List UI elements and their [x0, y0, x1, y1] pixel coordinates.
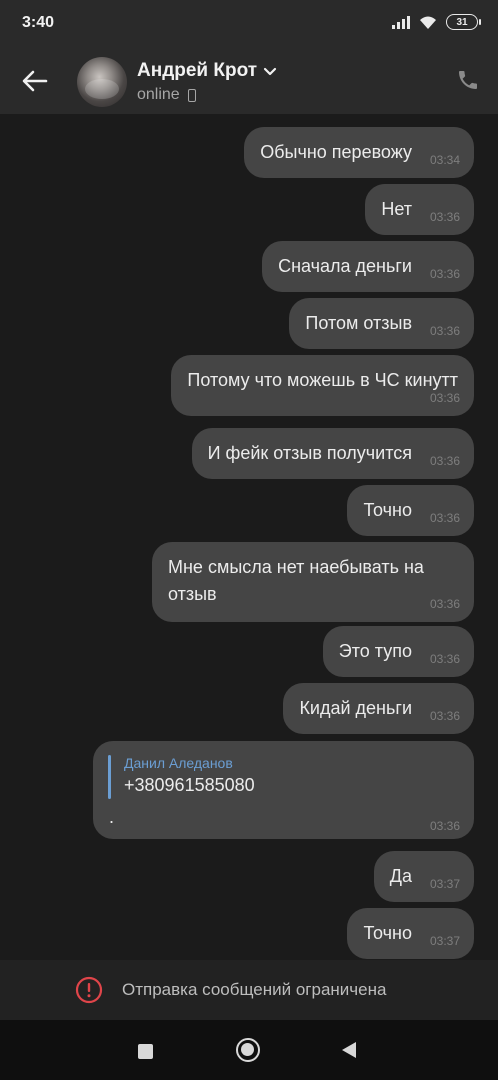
message-text: . [109, 807, 115, 827]
message-bubble[interactable]: Потом отзыв 03:36 [289, 298, 474, 349]
message-bubble[interactable]: Потому что можешь в ЧС кинутт 03:36 [171, 355, 474, 416]
contact-status: online [137, 86, 196, 104]
contact-name-text: Андрей Крот [137, 60, 258, 81]
message-time: 03:36 [429, 267, 460, 281]
phone-icon[interactable] [456, 68, 480, 92]
wifi-icon [420, 16, 436, 29]
message-bubble[interactable]: Кидай деньги 03:36 [283, 683, 474, 734]
system-nav-bar [0, 1020, 498, 1080]
message-time: 03:36 [429, 652, 460, 666]
battery-level: 31 [456, 16, 468, 28]
message-time: 03:36 [429, 324, 460, 338]
signal-icon [392, 15, 410, 29]
contact-status-text: online [137, 86, 180, 103]
message-text: Сначала деньги [278, 256, 412, 276]
chat-header: Андрей Крот online [0, 48, 498, 114]
message-time: 03:36 [429, 454, 460, 468]
contact-card-name[interactable]: Данил Аледанов [124, 755, 233, 771]
home-icon[interactable] [236, 1038, 260, 1062]
battery-icon: 31 [446, 14, 481, 30]
message-text: Да [389, 866, 412, 886]
message-time: 03:36 [429, 597, 460, 611]
contact-card-accent-bar [108, 755, 111, 799]
recents-icon[interactable] [138, 1044, 153, 1059]
contact-card-phone[interactable]: +380961585080 [124, 775, 255, 796]
chevron-down-icon [263, 67, 277, 76]
message-text: Точно [363, 500, 412, 520]
message-time: 03:37 [429, 877, 460, 891]
message-time: 03:36 [429, 210, 460, 224]
message-bubble[interactable]: Это тупо 03:36 [322, 626, 474, 677]
message-text: Потому что можешь в ЧС кинутт [187, 370, 458, 390]
message-bubble[interactable]: Сначала деньги 03:36 [262, 241, 474, 292]
message-text: Мне смысла нет наебывать на отзыв [168, 557, 424, 604]
message-time: 03:36 [429, 391, 460, 405]
back-triangle-icon[interactable] [342, 1042, 356, 1058]
message-text: Потом отзыв [305, 313, 412, 333]
message-time: 03:36 [429, 511, 460, 525]
status-bar: 3:40 31 [0, 0, 498, 48]
mobile-icon [187, 88, 196, 102]
message-bubble[interactable]: И фейк отзыв получится 03:36 [191, 428, 474, 479]
message-text: Обычно перевожу [260, 142, 412, 162]
message-text: Точно [363, 923, 412, 943]
message-time: 03:37 [429, 934, 460, 948]
message-bubble[interactable]: Мне смысла нет наебывать на отзыв 03:36 [152, 542, 474, 622]
message-time: 03:36 [429, 819, 460, 833]
message-list[interactable]: Обычно перевожу 03:34 Нет 03:36 Сначала … [0, 114, 498, 960]
message-text: И фейк отзыв получится [207, 443, 412, 463]
status-icons: 31 [392, 14, 481, 30]
avatar[interactable] [77, 57, 127, 107]
message-time: 03:36 [429, 709, 460, 723]
message-text: Это тупо [338, 641, 412, 661]
message-bubble[interactable]: Обычно перевожу 03:34 [244, 127, 474, 178]
contact-card-message[interactable]: Данил Аледанов +380961585080 . 03:36 [93, 741, 474, 839]
arrow-left-icon[interactable] [20, 66, 50, 96]
status-time: 3:40 [22, 14, 55, 31]
restricted-text: Отправка сообщений ограничена [122, 980, 387, 999]
messaging-restricted-bar: Отправка сообщений ограничена [0, 960, 498, 1020]
contact-name[interactable]: Андрей Крот [137, 60, 277, 82]
message-bubble[interactable]: Нет 03:36 [365, 184, 474, 235]
exclamation-circle-icon [75, 976, 103, 1004]
message-time: 03:34 [429, 153, 460, 167]
message-bubble[interactable]: Точно 03:36 [347, 485, 474, 536]
message-text: Нет [381, 199, 412, 219]
message-bubble[interactable]: Да 03:37 [373, 851, 474, 902]
message-text: Кидай деньги [299, 698, 412, 718]
message-bubble[interactable]: Точно 03:37 [347, 908, 474, 959]
